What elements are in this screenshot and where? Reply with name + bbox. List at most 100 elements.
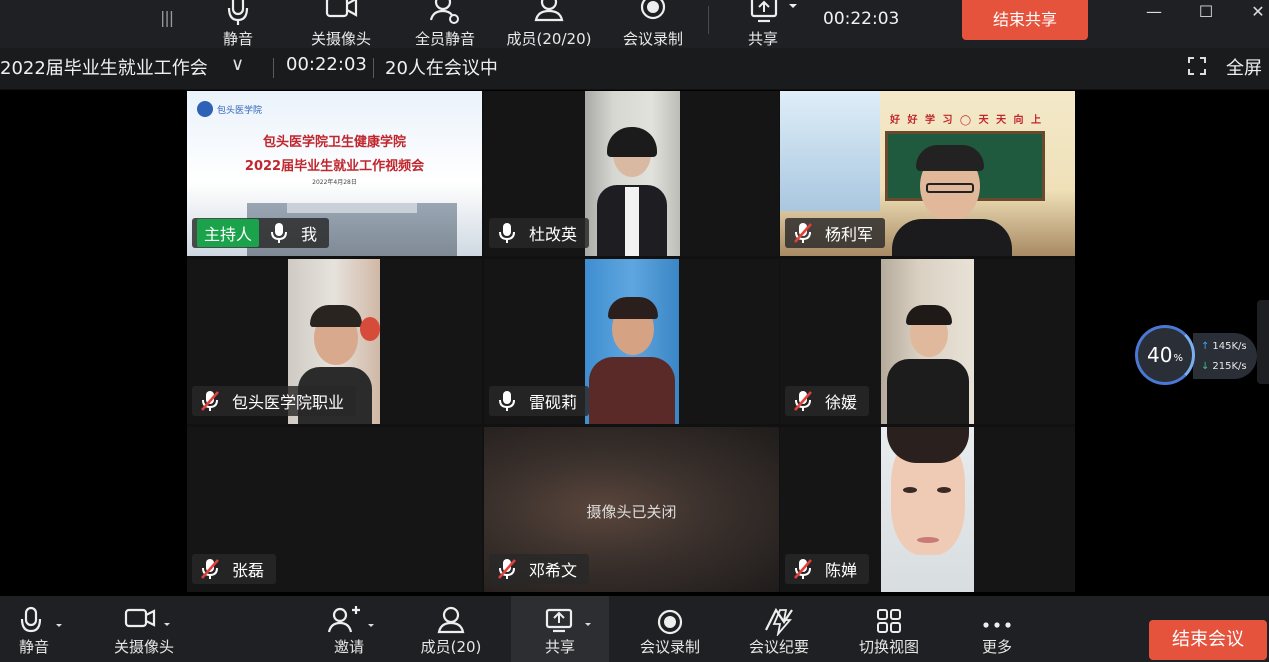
participant-video [585, 91, 680, 256]
participant-video [881, 259, 974, 424]
end-meeting-button[interactable]: 结束会议 [1149, 620, 1267, 660]
network-speed-widget[interactable]: ↑ 145K/s ↓ 215K/s 40% [1135, 325, 1259, 387]
slide-date: 2022年4月28日 [312, 179, 357, 186]
cpu-usage-gauge: 40% [1135, 325, 1195, 385]
camera-icon [306, 0, 376, 26]
mute-all-icon [409, 0, 481, 26]
minutes-icon [740, 596, 818, 638]
participant-name: 张磊 [232, 561, 265, 580]
close-icon[interactable]: ✕ [1238, 0, 1269, 28]
top-record-label: 会议录制 [622, 30, 683, 48]
video-tile[interactable]: 杜改英 [484, 91, 779, 256]
video-tile[interactable]: 徐媛 [780, 259, 1075, 424]
meeting-title[interactable]: 2022届毕业生就业工作会 [0, 54, 208, 80]
more-label: 更多 [981, 638, 1012, 656]
grid-view-icon [850, 596, 928, 636]
end-share-button[interactable]: 结束共享 [962, 0, 1088, 40]
participant-name: 我 [301, 225, 318, 244]
microphone-on-icon [269, 222, 289, 244]
usage-percent: 40 [1147, 343, 1173, 367]
microphone-muted-icon [200, 390, 220, 412]
chevron-down-icon[interactable]: ∨ [231, 54, 244, 75]
top-mute-button[interactable]: 静音 [215, 0, 261, 48]
microphone-muted-icon [793, 558, 813, 580]
divider [373, 58, 374, 78]
side-panel-handle[interactable] [1257, 300, 1269, 384]
microphone-on-icon [497, 222, 517, 244]
video-tile[interactable]: 张磊 [187, 427, 482, 592]
microphone-icon [215, 0, 261, 26]
members-button[interactable]: 成员(20) [413, 596, 489, 662]
top-record-button[interactable]: 会议录制 [617, 0, 689, 48]
microphone-muted-icon [793, 222, 813, 244]
camera-label: 关摄像头 [113, 638, 174, 656]
record-icon [631, 596, 709, 636]
share-screen-button[interactable]: 共享 [511, 596, 609, 662]
participant-nametag: 杜改英 [489, 218, 590, 248]
participant-nametag: 杨利军 [785, 218, 886, 248]
video-tile-self[interactable]: 包头医学院 包头医学院卫生健康学院 2022届毕业生就业工作视频会 2022年4… [187, 91, 482, 256]
microphone-icon [0, 596, 68, 636]
meeting-info-bar: 2022届毕业生就业工作会 ∨ 00:22:03 20人在会议中 全屏 [0, 48, 1269, 90]
record-label: 会议录制 [639, 638, 700, 656]
record-button[interactable]: 会议录制 [631, 596, 709, 662]
video-tile[interactable]: 陈婵 [780, 427, 1075, 592]
mute-button[interactable]: 静音 [0, 596, 68, 662]
minutes-button[interactable]: 会议纪要 [740, 596, 818, 662]
top-members-label: 成员(20/20) [506, 30, 592, 48]
meeting-elapsed-time: 00:22:03 [286, 54, 367, 75]
participant-name: 徐媛 [825, 393, 858, 412]
fullscreen-icon[interactable] [1188, 57, 1206, 79]
upload-arrow-icon: ↑ [1201, 341, 1210, 352]
video-tile[interactable]: 好 好 学 习 ◯ 天 天 向 上 杨利军 [780, 91, 1075, 256]
participant-name: 陈婵 [825, 561, 858, 580]
participant-nametag: 雷砚莉 [489, 386, 590, 416]
upload-speed: 145 [1212, 341, 1232, 352]
download-arrow-icon: ↓ [1201, 361, 1210, 372]
camera-button[interactable]: 关摄像头 [104, 596, 184, 662]
participant-name: 杜改英 [529, 225, 578, 244]
mute-label: 静音 [18, 638, 49, 656]
participant-nametag: 邓希文 [489, 554, 590, 584]
camera-icon [104, 596, 184, 636]
toolbar-divider [708, 6, 709, 34]
top-share-label: 共享 [747, 30, 778, 48]
more-button[interactable]: 更多 [968, 596, 1026, 662]
camera-off-status: 摄像头已关闭 [586, 503, 677, 521]
drag-grip-icon[interactable]: ||| [160, 8, 174, 27]
mute-all-button[interactable]: 全员静音 [409, 0, 481, 48]
video-tile[interactable]: 雷砚莉 [484, 259, 779, 424]
participant-video [585, 259, 679, 424]
download-unit: K/s [1231, 361, 1247, 372]
bottom-toolbar: 静音 关摄像头 邀请 成员(20) 共享 会议录制 会议纪要 切换视图 更多 [0, 596, 1269, 662]
microphone-muted-icon [200, 558, 220, 580]
classroom-banner: 好 好 学 习 ◯ 天 天 向 上 [890, 115, 1044, 126]
record-icon [617, 0, 689, 26]
maximize-icon[interactable]: ☐ [1186, 0, 1226, 28]
switch-view-button[interactable]: 切换视图 [850, 596, 928, 662]
top-share-button[interactable]: 共享 [740, 0, 800, 48]
usage-percent-unit: % [1173, 352, 1183, 364]
invite-button[interactable]: 邀请 [318, 596, 380, 662]
participant-nametag: 陈婵 [785, 554, 870, 584]
top-mute-label: 静音 [222, 30, 253, 48]
slide-title-line2: 2022届毕业生就业工作视频会 [244, 159, 425, 174]
microphone-muted-icon [497, 558, 517, 580]
divider [273, 58, 274, 78]
microphone-muted-icon [793, 390, 813, 412]
minutes-label: 会议纪要 [748, 638, 809, 656]
video-tile[interactable]: 包头医学院职业 [187, 259, 482, 424]
top-camera-label: 关摄像头 [310, 30, 371, 48]
logo-emblem-icon [197, 101, 213, 117]
fullscreen-button[interactable]: 全屏 [1226, 54, 1262, 80]
participant-name: 包头医学院职业 [232, 393, 345, 412]
share-screen-icon [740, 0, 800, 26]
host-badge: 主持人 [197, 219, 260, 247]
share-screen-icon [511, 596, 609, 636]
top-camera-button[interactable]: 关摄像头 [306, 0, 376, 48]
participant-name: 雷砚莉 [529, 393, 578, 412]
minimize-icon[interactable]: — [1134, 0, 1174, 28]
video-tile[interactable]: 摄像头已关闭 邓希文 [484, 427, 779, 592]
participant-name: 杨利军 [825, 225, 874, 244]
top-members-button[interactable]: 成员(20/20) [503, 0, 595, 48]
